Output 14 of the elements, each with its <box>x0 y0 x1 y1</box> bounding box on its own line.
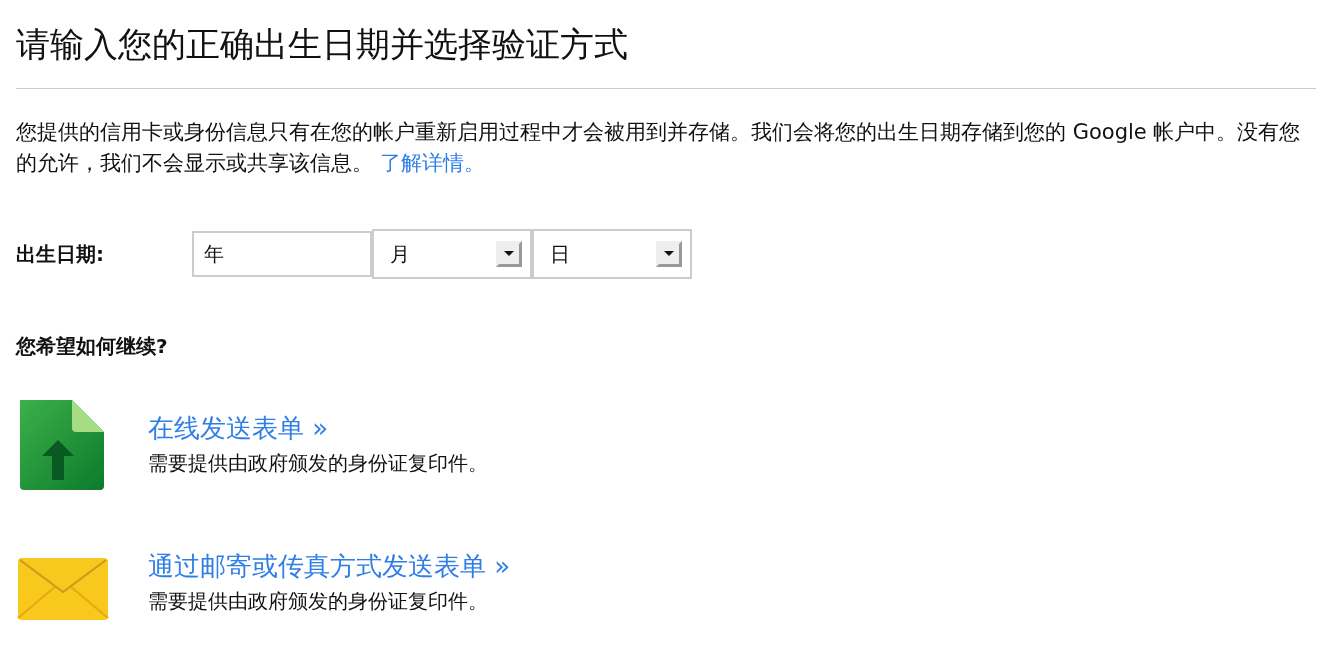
option-note: 需要提供由政府颁发的身份证复印件。 <box>148 450 488 477</box>
caret-icon <box>656 241 682 267</box>
page-title: 请输入您的正确出生日期并选择验证方式 <box>16 22 1316 89</box>
question-heading: 您希望如何继续? <box>16 333 169 360</box>
learn-more-link[interactable]: 了解详情。 <box>379 151 485 175</box>
option-note: 需要提供由政府颁发的身份证复印件。 <box>148 588 489 615</box>
month-dropdown[interactable]: 月 <box>372 229 532 279</box>
option-link[interactable]: 通过邮寄或传真方式发送表单 » <box>148 549 511 584</box>
info-paragraph: 您提供的信用卡或身份信息只有在您的帐户重新启用过程中才会被用到并存储。我们会将您的出生日期存储到您的 Google 帐户中。没有您的允许，我们不会显示或共享该信息。 了解详情。 <box>16 119 1302 177</box>
option-link[interactable]: 在线发送表单 » <box>148 411 488 446</box>
year-field[interactable]: 年 <box>192 231 372 277</box>
caret-icon <box>496 241 522 267</box>
birth-date-label: 出生日期: <box>16 240 105 268</box>
day-dropdown[interactable]: 日 <box>532 229 692 279</box>
